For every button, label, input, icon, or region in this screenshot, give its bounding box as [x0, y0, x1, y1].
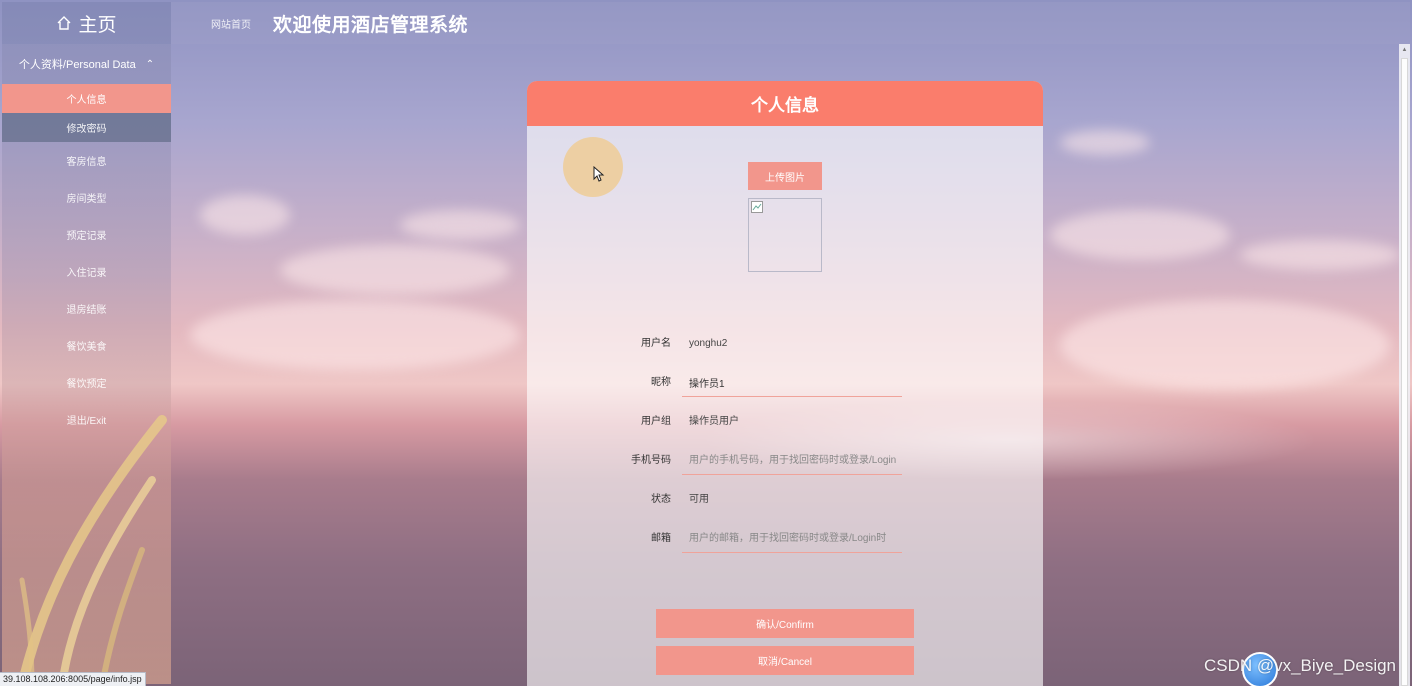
confirm-button[interactable]: 确认/Confirm — [656, 609, 914, 638]
email-label: 邮箱 — [651, 533, 671, 544]
status-label: 状态 — [651, 494, 671, 505]
cloud-decoration — [1060, 300, 1390, 390]
page-title: 欢迎使用酒店管理系统 — [273, 14, 469, 36]
cloud-decoration — [1050, 210, 1230, 260]
sidebar-item-checkout[interactable]: 退房结账 — [2, 290, 171, 327]
sidebar-section-personal-data[interactable]: 个人资料/Personal Data ⌃ — [2, 44, 171, 84]
sidebar-item-checkin-records[interactable]: 入住记录 — [2, 253, 171, 290]
nickname-input[interactable] — [682, 369, 902, 397]
username-row: 用户名 yonghu2 — [527, 330, 1043, 358]
home-icon — [56, 15, 72, 31]
cloud-decoration — [400, 210, 520, 240]
breadcrumb-home[interactable]: 网站首页 — [211, 16, 251, 31]
sidebar-item-room-info[interactable]: 客房信息 — [2, 142, 171, 179]
email-input[interactable] — [682, 525, 902, 553]
home-label: 主页 — [78, 14, 117, 36]
cloud-decoration — [200, 195, 290, 235]
nickname-row: 昵称 — [527, 369, 1043, 397]
sidebar-item-personal-info[interactable]: 个人信息 — [2, 84, 171, 113]
nickname-label: 昵称 — [651, 377, 671, 388]
grass-decoration — [17, 415, 167, 686]
status-row: 状态 可用 — [527, 486, 1043, 514]
username-value: yonghu2 — [689, 338, 728, 349]
section-label: 个人资料/Personal Data — [18, 59, 136, 71]
status-value: 可用 — [689, 494, 709, 505]
watermark-text: CSDN @vx_Biye_Design — [1203, 656, 1396, 675]
cloud-decoration — [1060, 130, 1150, 155]
sidebar-item-change-password[interactable]: 修改密码 — [2, 113, 171, 142]
scrollbar-thumb[interactable] — [1401, 58, 1408, 686]
username-label: 用户名 — [641, 338, 671, 349]
chevron-up-icon: ⌃ — [145, 58, 155, 70]
broken-image-icon — [751, 201, 763, 213]
phone-input[interactable] — [682, 447, 902, 475]
cloud-decoration — [280, 245, 510, 295]
status-bar-url: 39.108.108.206:8005/page/info.jsp — [0, 672, 146, 686]
sidebar-item-booking-records[interactable]: 预定记录 — [2, 216, 171, 253]
user-group-value: 操作员用户 — [689, 416, 739, 427]
scroll-up-icon[interactable]: ▲ — [1401, 46, 1408, 54]
panel-title: 个人信息 — [527, 81, 1043, 126]
home-link[interactable]: 主页 — [2, 2, 171, 44]
sidebar-item-room-type[interactable]: 房间类型 — [2, 179, 171, 216]
mouse-cursor-icon — [593, 166, 605, 182]
cloud-decoration — [1240, 240, 1400, 270]
user-group-row: 用户组 操作员用户 — [527, 408, 1043, 436]
sidebar-item-dining[interactable]: 餐饮美食 — [2, 327, 171, 364]
phone-label: 手机号码 — [631, 455, 671, 466]
avatar-preview — [748, 198, 822, 272]
top-bar: 网站首页 欢迎使用酒店管理系统 — [171, 2, 1410, 44]
phone-row: 手机号码 — [527, 447, 1043, 475]
email-row: 邮箱 — [527, 525, 1043, 553]
upload-image-button[interactable]: 上传图片 — [748, 162, 822, 190]
sidebar-item-dining-booking[interactable]: 餐饮预定 — [2, 364, 171, 401]
user-group-label: 用户组 — [641, 416, 671, 427]
cloud-decoration — [190, 300, 520, 370]
cancel-button[interactable]: 取消/Cancel — [656, 646, 914, 675]
